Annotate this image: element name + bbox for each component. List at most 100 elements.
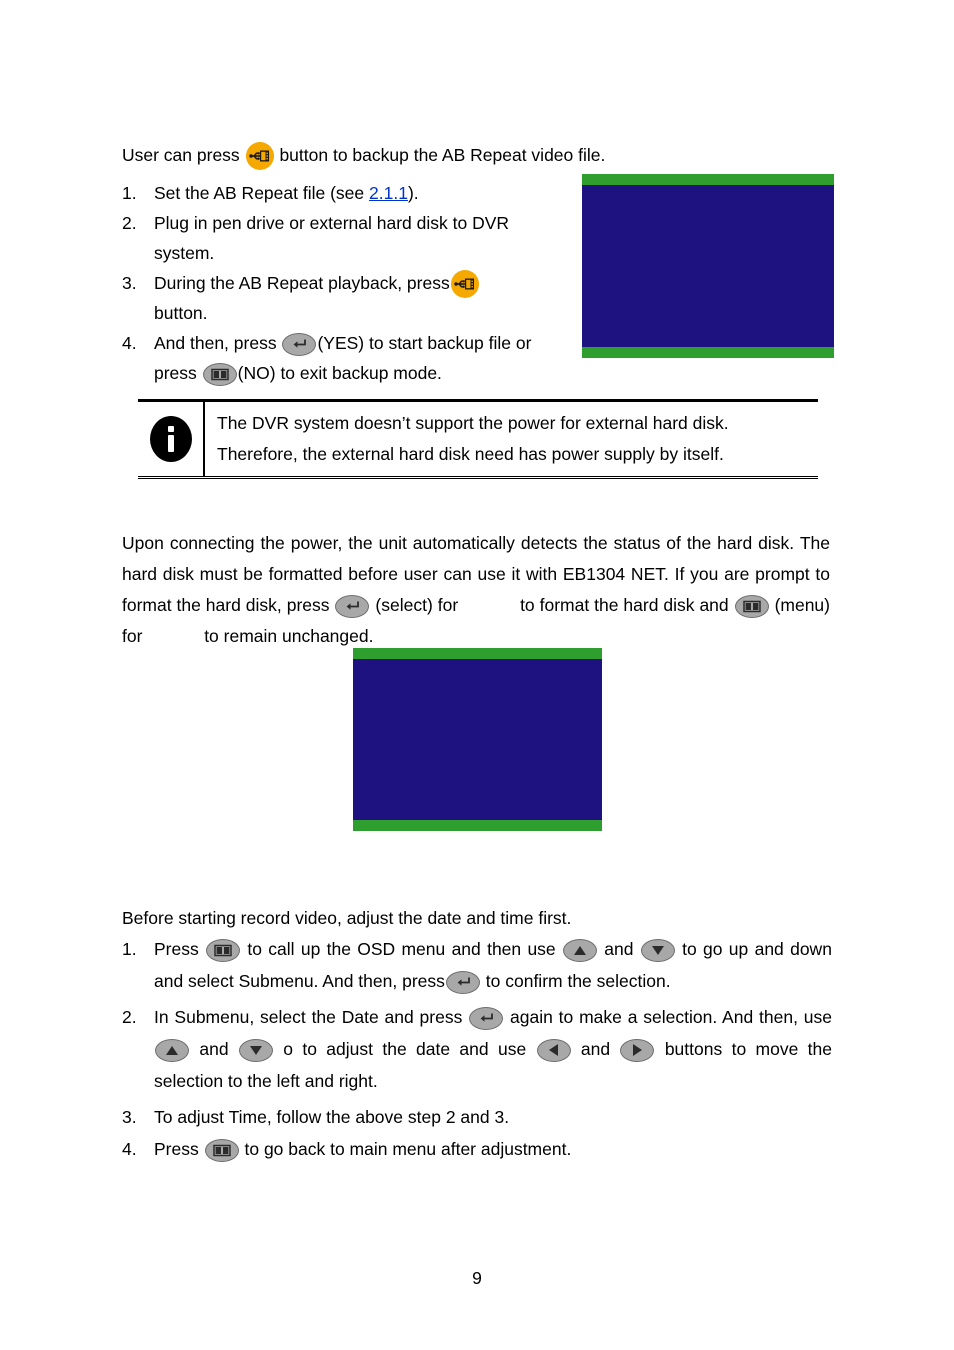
menu-book-glyph: [204, 364, 236, 385]
enter-select-glyph: [336, 596, 368, 617]
list-item-number: 2.: [122, 1007, 137, 1027]
menu-book-glyph: [736, 596, 768, 617]
arrow-up-icon[interactable]: [155, 1038, 189, 1062]
step3-text-after: button.: [154, 303, 208, 324]
list-item-body: And then, press (YES) to start backup fi…: [154, 328, 572, 388]
list-item-number: 4.: [122, 1139, 137, 1159]
enter-select-glyph: [470, 1008, 502, 1029]
usb-backup-glyph: [246, 142, 274, 170]
arrow-right-icon[interactable]: [620, 1038, 655, 1062]
list-item-number: 3.: [122, 273, 137, 293]
backup-steps-list: 1. Set the AB Repeat file (see 2.1.1). 2…: [122, 178, 572, 388]
dt-step1-seg5: to confirm the selection.: [485, 971, 671, 991]
dt-step2-seg1: In Submenu, select the Date and press: [154, 1007, 463, 1027]
arrow-left-glyph: [538, 1040, 570, 1061]
arrow-down-icon[interactable]: [640, 938, 675, 962]
list-item: 4. And then, press (YES) to start backup…: [122, 328, 572, 388]
list-item-number: 4.: [122, 333, 137, 354]
enter-select-icon[interactable]: [335, 594, 370, 618]
step4-text-before: And then, press: [154, 333, 277, 354]
note-icon-cell: [138, 402, 205, 476]
datetime-steps-list: 1. Press to call up the OSD menu and the…: [122, 933, 832, 1165]
screenshot-band-top: [582, 174, 834, 185]
format-hdd-screenshot: [353, 648, 602, 831]
arrow-down-glyph: [642, 940, 674, 961]
backup-intro-text-before: User can press: [122, 145, 240, 165]
document-page: User can press button to backup the AB R…: [0, 0, 954, 1350]
dt-step1-seg1: Press: [154, 939, 199, 959]
menu-book-icon[interactable]: [734, 594, 769, 618]
arrow-down-glyph: [240, 1040, 272, 1061]
page-number: 9: [472, 1268, 482, 1288]
menu-book-glyph: [206, 1140, 238, 1161]
backup-intro-text-after: button to backup the AB Repeat video fil…: [279, 145, 606, 165]
step3-text-before: During the AB Repeat playback, press: [154, 273, 450, 293]
list-item-body: In Submenu, select the Date and press ag…: [154, 1001, 832, 1097]
list-item-body: During the AB Repeat playback, press but…: [154, 268, 572, 328]
datetime-intro-paragraph: Before starting record video, adjust the…: [122, 908, 572, 928]
arrow-down-icon[interactable]: [238, 1038, 273, 1062]
list-item-body: To adjust Time, follow the above step 2 …: [154, 1107, 510, 1127]
info-icon-stem: [167, 435, 174, 452]
arrow-left-icon[interactable]: [536, 1038, 571, 1062]
list-item-body: Plug in pen drive or external hard disk …: [154, 213, 510, 263]
menu-book-glyph: [207, 940, 239, 961]
info-icon-dot: [167, 426, 174, 432]
hdd-format-paragraph: Upon connecting the power, the unit auto…: [122, 528, 830, 652]
list-item-number: 2.: [122, 213, 137, 233]
list-item-number: 1.: [122, 939, 137, 959]
list-item: 3. During the AB Repeat playback, press: [122, 268, 572, 328]
arrow-up-icon[interactable]: [562, 938, 597, 962]
hdd-paragraph-part5: to remain unchanged.: [204, 626, 374, 646]
hdd-paragraph-part3: to format the hard disk and: [520, 595, 729, 615]
backup-intro-paragraph: User can press button to backup the AB R…: [122, 140, 822, 171]
dt-step4-seg1: Press: [154, 1139, 199, 1159]
step1-text-after: ).: [407, 183, 419, 203]
dt-step2-seg4: o to adjust the date and use: [283, 1039, 527, 1059]
note-text: The DVR system doesn’t support the power…: [205, 402, 729, 476]
screenshot-band-top: [353, 648, 602, 659]
menu-book-icon[interactable]: [204, 1138, 239, 1162]
hdd-paragraph-part2: (select) for: [375, 595, 459, 615]
enter-select-icon[interactable]: [282, 333, 317, 357]
list-item-number: 3.: [122, 1107, 137, 1127]
arrow-up-glyph: [156, 1040, 188, 1061]
list-item-body: Press to call up the OSD menu and then u…: [154, 933, 832, 997]
list-item: 2. Plug in pen drive or external hard di…: [122, 208, 572, 268]
list-item: 1. Set the AB Repeat file (see 2.1.1).: [122, 178, 572, 208]
dt-step2-seg3: and: [199, 1039, 229, 1059]
note-line-1: The DVR system doesn’t support the power…: [217, 413, 729, 433]
step1-text-before: Set the AB Repeat file (see: [154, 183, 365, 203]
usb-backup-glyph: [451, 270, 479, 298]
dt-step4-seg2: to go back to main menu after adjustment…: [244, 1139, 572, 1159]
info-icon: [149, 416, 192, 462]
xref-link-211[interactable]: 2.1.1: [369, 183, 408, 203]
list-item-number: 1.: [122, 183, 137, 203]
screenshot-band-bottom: [353, 820, 602, 831]
list-item-body: Press to go back to main menu after adju…: [154, 1133, 832, 1165]
enter-select-glyph: [447, 972, 479, 993]
enter-select-glyph: [283, 334, 315, 355]
screenshot-band-bottom: [582, 347, 834, 358]
enter-select-icon[interactable]: [469, 1006, 504, 1030]
arrow-right-glyph: [621, 1040, 653, 1061]
list-item: 2. In Submenu, select the Date and press…: [122, 1001, 832, 1097]
menu-book-icon[interactable]: [202, 363, 237, 387]
usb-backup-icon[interactable]: [245, 142, 274, 171]
dt-step1-seg3: and: [604, 939, 634, 959]
list-item: 4. Press to go back to main menu after a…: [122, 1133, 832, 1165]
usb-backup-icon[interactable]: [450, 270, 479, 299]
info-note-callout: The DVR system doesn’t support the power…: [138, 399, 818, 479]
menu-book-icon[interactable]: [206, 938, 241, 962]
list-item: 1. Press to call up the OSD menu and the…: [122, 933, 832, 997]
dt-step2-seg2: again to make a selection. And then, use: [510, 1007, 832, 1027]
list-item-body: Set the AB Repeat file (see 2.1.1).: [154, 178, 572, 208]
enter-select-icon[interactable]: [445, 970, 480, 994]
step4-text-after: (NO) to exit backup mode.: [237, 363, 442, 384]
arrow-up-glyph: [564, 940, 596, 961]
backup-confirm-screenshot: [582, 174, 834, 358]
dt-step1-seg2: to call up the OSD menu and then use: [247, 939, 556, 959]
list-item: 3. To adjust Time, follow the above step…: [122, 1101, 832, 1133]
dt-step2-seg5: and: [580, 1039, 611, 1059]
note-line-2: Therefore, the external hard disk need h…: [217, 444, 724, 464]
